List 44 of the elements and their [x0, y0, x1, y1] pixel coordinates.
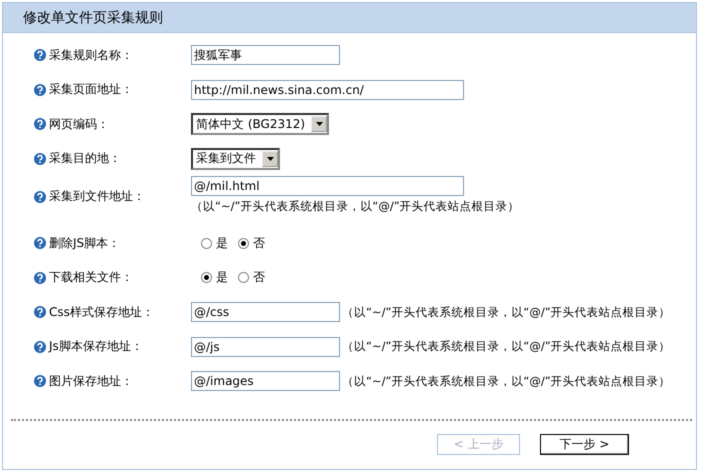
- radio-label: 否: [253, 269, 265, 286]
- field-label: 采集目的地：: [49, 150, 121, 168]
- hint-text: （以“~/”开头代表系统根目录，以“@/”开头代表站点根目录）: [342, 339, 671, 354]
- field-label: 采集页面地址：: [49, 81, 133, 98]
- help-icon: [34, 190, 46, 202]
- field-label: 图片保存地址：: [49, 372, 133, 390]
- radio-label: 是: [216, 234, 228, 252]
- field-label: 采集规则名称：: [49, 46, 133, 64]
- help-icon: [34, 237, 46, 250]
- field-label: Css样式保存地址：: [49, 304, 154, 321]
- field-label: 采集到文件地址：: [49, 188, 145, 205]
- radio-button[interactable]: [238, 272, 249, 284]
- text-field[interactable]: @/images: [191, 371, 340, 392]
- hint-text: （以“~/”开头代表系统根目录，以“@/”开头代表站点根目录）: [191, 199, 520, 214]
- hint-text: （以“~/”开头代表系统根目录，以“@/”开头代表站点根目录）: [342, 304, 671, 320]
- radio-label: 是: [216, 269, 228, 286]
- help-icon: [34, 272, 46, 284]
- radio-button[interactable]: [201, 238, 212, 249]
- caret-icon: [266, 156, 274, 161]
- help-icon: [34, 152, 46, 165]
- text-field[interactable]: http://mil.news.sina.com.cn/: [191, 80, 464, 100]
- field-label: 下载相关文件：: [49, 269, 133, 286]
- text-field[interactable]: @/js: [191, 336, 340, 357]
- dropdown[interactable]: 采集到文件: [191, 148, 280, 170]
- text-field[interactable]: @/css: [191, 302, 340, 322]
- help-icon: [34, 375, 46, 388]
- text-field[interactable]: @/mil.html: [191, 176, 464, 196]
- help-icon: [34, 340, 46, 353]
- help-icon: [34, 84, 46, 96]
- field-label: Js脚本保存地址：: [49, 338, 143, 356]
- help-icon: [34, 118, 46, 130]
- help-icon: [34, 306, 46, 318]
- radio-label: 否: [253, 234, 265, 252]
- help-icon: [34, 49, 46, 62]
- next-button[interactable]: 下一步 >: [540, 434, 629, 455]
- radio-button[interactable]: [238, 238, 249, 249]
- hint-text: （以“~/”开头代表系统根目录，以“@/”开头代表站点根目录）: [342, 374, 671, 389]
- text-field[interactable]: 搜狐军事: [191, 45, 340, 66]
- field-label: 删除JS脚本：: [49, 234, 120, 252]
- radio-button[interactable]: [201, 272, 212, 284]
- dropdown[interactable]: 简体中文 (BG2312): [191, 113, 330, 136]
- caret-icon: [316, 122, 323, 126]
- panel-title: 修改单文件页采集规则: [3, 3, 696, 33]
- field-label: 网页编码：: [49, 116, 109, 133]
